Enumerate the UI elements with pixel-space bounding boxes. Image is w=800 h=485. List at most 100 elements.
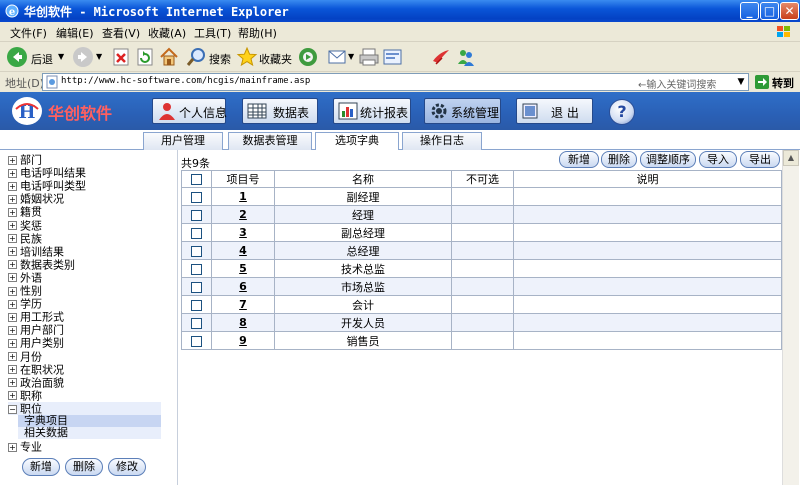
row-checkbox[interactable] bbox=[191, 191, 202, 203]
table-row[interactable]: 2 经理 bbox=[181, 205, 782, 224]
expand-icon[interactable]: + bbox=[8, 391, 17, 401]
expand-icon[interactable]: + bbox=[8, 194, 17, 204]
search-icon[interactable] bbox=[186, 46, 208, 68]
tree-node[interactable]: + 月份 bbox=[8, 350, 42, 363]
expand-icon[interactable]: + bbox=[8, 234, 17, 244]
table-row[interactable]: 7 会计 bbox=[181, 295, 782, 314]
select-all-checkbox-cell[interactable] bbox=[181, 170, 212, 188]
tree-node[interactable]: + 学历 bbox=[8, 297, 42, 311]
tab-datatable-management[interactable]: 数据表管理 bbox=[228, 132, 312, 150]
row-checkbox[interactable] bbox=[191, 245, 202, 257]
tree-node[interactable]: + 培训结果 bbox=[8, 245, 64, 258]
add-item-button[interactable]: 新增 bbox=[559, 151, 599, 168]
favorites-label[interactable]: 收藏夹 bbox=[259, 51, 292, 67]
row-checkbox-cell[interactable] bbox=[181, 331, 212, 350]
expand-icon[interactable]: + bbox=[8, 338, 17, 348]
nav-datatable-button[interactable]: 数据表 bbox=[242, 98, 318, 124]
expand-icon[interactable]: + bbox=[8, 286, 17, 296]
row-checkbox-cell[interactable] bbox=[181, 205, 212, 224]
expand-icon[interactable]: + bbox=[8, 325, 17, 335]
messenger-icon[interactable] bbox=[455, 46, 477, 68]
minimize-button[interactable]: _ bbox=[740, 2, 759, 20]
nav-personal-info-button[interactable]: 个人信息 bbox=[152, 98, 227, 124]
window-title-bar[interactable]: e 华创软件 - Microsoft Internet Explorer _ □… bbox=[0, 0, 800, 22]
menu-file[interactable]: 文件(F) bbox=[10, 25, 47, 41]
row-item-no[interactable]: 2 bbox=[211, 205, 275, 224]
row-checkbox[interactable] bbox=[191, 263, 202, 275]
tree-node[interactable]: + 政治面貌 bbox=[8, 376, 64, 389]
table-row[interactable]: 9 销售员 bbox=[181, 331, 782, 350]
tree-node[interactable]: + 奖惩 bbox=[8, 219, 42, 232]
item-no-link[interactable]: 2 bbox=[239, 208, 247, 221]
back-label[interactable]: 后退 bbox=[31, 51, 53, 67]
row-checkbox-cell[interactable] bbox=[181, 259, 212, 278]
select-all-checkbox[interactable] bbox=[191, 174, 202, 185]
bird-icon[interactable] bbox=[430, 46, 452, 68]
expand-icon[interactable]: + bbox=[8, 273, 17, 283]
expand-icon[interactable]: + bbox=[8, 312, 17, 322]
item-no-link[interactable]: 6 bbox=[239, 280, 247, 293]
table-row[interactable]: 4 总经理 bbox=[181, 241, 782, 260]
tree-node[interactable]: + 数据表类别 bbox=[8, 258, 75, 271]
row-item-no[interactable]: 9 bbox=[211, 331, 275, 350]
item-no-link[interactable]: 4 bbox=[239, 244, 247, 257]
expand-icon[interactable]: + bbox=[8, 207, 17, 217]
help-icon[interactable]: ? bbox=[609, 99, 635, 125]
tree-delete-button[interactable]: 删除 bbox=[65, 458, 103, 476]
row-item-no[interactable]: 5 bbox=[211, 259, 275, 278]
export-button[interactable]: 导出 bbox=[740, 151, 780, 168]
vertical-scrollbar[interactable]: ▲ bbox=[782, 150, 799, 485]
home-icon[interactable] bbox=[158, 46, 180, 68]
expand-icon[interactable]: + bbox=[8, 247, 17, 257]
table-row[interactable]: 8 开发人员 bbox=[181, 313, 782, 332]
row-checkbox-cell[interactable] bbox=[181, 277, 212, 296]
expand-icon[interactable]: + bbox=[8, 155, 17, 165]
tree-node-major[interactable]: + 专业 bbox=[8, 440, 42, 454]
back-icon[interactable] bbox=[6, 46, 28, 68]
tree-node[interactable]: + 籍贯 bbox=[8, 205, 42, 219]
row-item-no[interactable]: 4 bbox=[211, 241, 275, 260]
stop-icon[interactable] bbox=[110, 46, 132, 68]
tree-node[interactable]: + 外语 bbox=[8, 271, 42, 284]
maximize-button[interactable]: □ bbox=[760, 2, 779, 20]
row-item-no[interactable]: 3 bbox=[211, 223, 275, 242]
row-checkbox-cell[interactable] bbox=[181, 187, 212, 206]
tree-node[interactable]: + 用工形式 bbox=[8, 310, 64, 324]
table-row[interactable]: 1 副经理 bbox=[181, 187, 782, 206]
tree-node[interactable]: + 电话呼叫结果 bbox=[8, 166, 86, 180]
menu-favorites[interactable]: 收藏(A) bbox=[148, 25, 186, 41]
expand-icon[interactable]: + bbox=[8, 299, 17, 309]
menu-help[interactable]: 帮助(H) bbox=[238, 25, 277, 41]
row-checkbox[interactable] bbox=[191, 227, 202, 239]
tree-node[interactable]: + 部门 bbox=[8, 153, 42, 167]
item-no-link[interactable]: 5 bbox=[239, 262, 247, 275]
delete-item-button[interactable]: 删除 bbox=[601, 151, 637, 168]
row-checkbox-cell[interactable] bbox=[181, 223, 212, 242]
item-no-link[interactable]: 9 bbox=[239, 334, 247, 347]
expand-icon[interactable]: + bbox=[8, 221, 17, 230]
forward-dropdown-icon[interactable]: ▼ bbox=[96, 52, 102, 61]
tab-option-dictionary[interactable]: 选项字典 bbox=[315, 132, 399, 151]
address-dropdown-icon[interactable]: ▼ bbox=[734, 75, 748, 89]
forward-icon[interactable] bbox=[72, 46, 94, 68]
import-button[interactable]: 导入 bbox=[699, 151, 737, 168]
tab-operation-log[interactable]: 操作日志 bbox=[402, 132, 482, 150]
tree-node[interactable]: + 用户类别 bbox=[8, 336, 64, 350]
print-icon[interactable] bbox=[358, 46, 380, 68]
row-checkbox[interactable] bbox=[191, 299, 202, 311]
menu-edit[interactable]: 编辑(E) bbox=[56, 25, 94, 41]
row-item-no[interactable]: 7 bbox=[211, 295, 275, 314]
media-icon[interactable] bbox=[297, 46, 319, 68]
tree-node[interactable]: + 用户部门 bbox=[8, 323, 64, 337]
edit-icon[interactable] bbox=[382, 46, 404, 68]
keyword-search-input[interactable]: ←输入关键词搜索 bbox=[638, 76, 716, 91]
tree-node[interactable]: + 民族 bbox=[8, 232, 42, 245]
expand-icon[interactable]: + bbox=[8, 260, 17, 270]
refresh-icon[interactable] bbox=[134, 46, 156, 68]
nav-system-admin-button[interactable]: 系统管理 bbox=[424, 98, 501, 124]
item-no-link[interactable]: 8 bbox=[239, 316, 247, 329]
expand-icon[interactable]: + bbox=[8, 378, 17, 388]
tree-edit-button[interactable]: 修改 bbox=[108, 458, 146, 476]
expand-icon[interactable]: + bbox=[8, 168, 17, 178]
reorder-button[interactable]: 调整顺序 bbox=[640, 151, 696, 168]
